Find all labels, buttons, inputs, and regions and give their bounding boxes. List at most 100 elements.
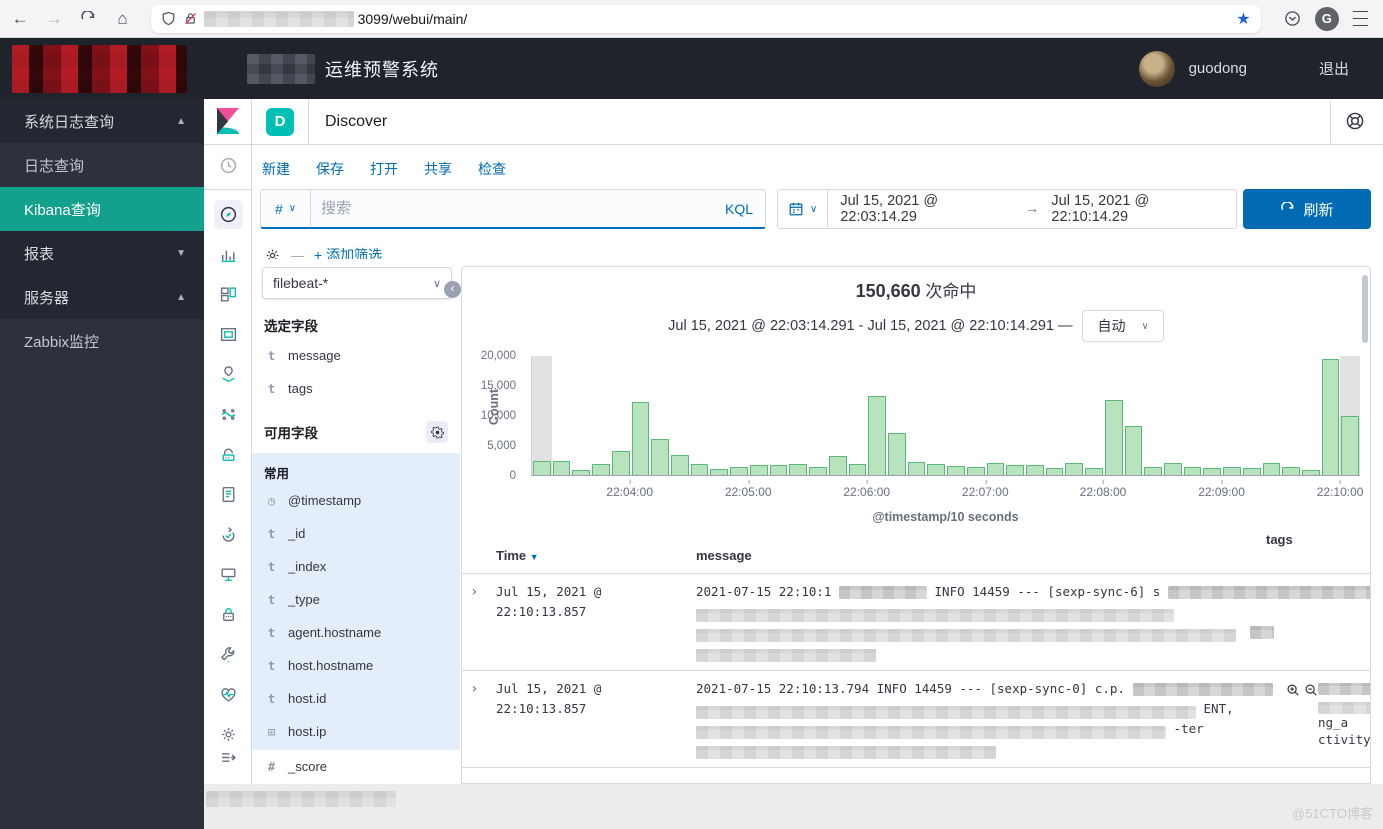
histogram-bar[interactable] — [887, 356, 907, 475]
histogram-plot[interactable] — [531, 356, 1360, 476]
histogram-bar[interactable] — [808, 356, 828, 475]
recent-items-icon[interactable] — [204, 145, 252, 185]
query-language-button[interactable]: KQL — [713, 201, 765, 217]
field-item[interactable]: # _score — [252, 750, 460, 783]
histogram-bar[interactable] — [631, 356, 651, 475]
sidebar-item[interactable]: 系统日志查询 ▲ — [0, 99, 204, 143]
user-avatar[interactable] — [1139, 51, 1175, 87]
histogram-bar[interactable] — [1222, 356, 1242, 475]
filter-out-value-icon[interactable] — [1304, 683, 1318, 697]
histogram-bar[interactable] — [650, 356, 670, 475]
sidebar-item[interactable]: Kibana查询 — [0, 187, 204, 231]
discover-app-badge[interactable]: D — [266, 108, 294, 136]
expand-row-icon[interactable]: › — [470, 679, 496, 759]
logout-button[interactable]: 退出 — [1319, 58, 1349, 79]
histogram-bar[interactable] — [769, 356, 789, 475]
discover-icon[interactable] — [204, 194, 252, 234]
histogram-bar[interactable] — [749, 356, 769, 475]
dev-tools-wrench-icon[interactable] — [204, 634, 252, 674]
security-lock-icon[interactable] — [204, 594, 252, 634]
date-from[interactable]: Jul 15, 2021 @ 22:03:14.29 — [828, 193, 1025, 225]
menu-link[interactable]: 新建 — [262, 159, 290, 179]
browser-reload-icon[interactable] — [74, 5, 102, 33]
histogram-bar[interactable] — [1025, 356, 1045, 475]
histogram-bar[interactable] — [709, 356, 729, 475]
column-message[interactable]: message — [696, 548, 1266, 563]
shield-icon[interactable] — [161, 11, 176, 26]
histogram-bar[interactable] — [611, 356, 631, 475]
histogram-bar[interactable] — [907, 356, 927, 475]
column-time[interactable]: Time ▼ — [496, 548, 696, 563]
canvas-icon[interactable] — [204, 314, 252, 354]
histogram-bar[interactable] — [729, 356, 749, 475]
siem-icon[interactable] — [204, 554, 252, 594]
field-settings-gear-icon[interactable] — [426, 421, 448, 443]
browser-url-bar[interactable]: 3099/webui/main/ ★ — [151, 5, 1261, 33]
sidebar-item[interactable]: Zabbix监控 — [0, 319, 204, 363]
histogram-bar[interactable] — [1202, 356, 1222, 475]
histogram-bar[interactable] — [946, 356, 966, 475]
index-pattern-select[interactable]: filebeat-* ∨ ‹ — [262, 267, 452, 299]
histogram-bar[interactable] — [532, 356, 552, 475]
histogram-bar[interactable] — [788, 356, 808, 475]
histogram-bar[interactable] — [571, 356, 591, 475]
field-item[interactable]: t host.hostname — [252, 649, 460, 682]
menu-link[interactable]: 保存 — [316, 159, 344, 179]
histogram-bar[interactable] — [1321, 356, 1341, 475]
sidebar-item[interactable]: 报表 ▼ — [0, 231, 204, 275]
histogram-bar[interactable] — [1084, 356, 1104, 475]
sidebar-item[interactable]: 日志查询 — [0, 143, 204, 187]
histogram-bar[interactable] — [867, 356, 887, 475]
field-item[interactable]: t message — [252, 339, 460, 372]
collapse-fields-button[interactable]: ‹ — [444, 281, 461, 298]
histogram-bar[interactable] — [1045, 356, 1065, 475]
field-item[interactable]: t _index — [252, 550, 460, 583]
histogram-bar[interactable] — [1124, 356, 1144, 475]
sort-down-icon[interactable]: ▼ — [530, 552, 539, 562]
histogram-bar[interactable] — [1143, 356, 1163, 475]
field-item[interactable]: ⊡ host.ip — [252, 715, 460, 748]
histogram-bar[interactable] — [1281, 356, 1301, 475]
date-to[interactable]: Jul 15, 2021 @ 22:10:14.29 — [1039, 193, 1236, 225]
histogram-bar[interactable] — [1301, 356, 1321, 475]
interval-select[interactable]: 自动 ∨ — [1082, 310, 1163, 342]
field-item[interactable]: t _id — [252, 517, 460, 550]
uptime-icon[interactable] — [204, 514, 252, 554]
histogram-bar[interactable] — [828, 356, 848, 475]
logs-icon[interactable] — [204, 474, 252, 514]
histogram-bar[interactable] — [926, 356, 946, 475]
histogram-bar[interactable] — [1242, 356, 1262, 475]
search-input[interactable] — [311, 200, 713, 217]
histogram-bar[interactable] — [1163, 356, 1183, 475]
histogram-bar[interactable] — [1005, 356, 1025, 475]
field-item[interactable]: t agent.hostname — [252, 616, 460, 649]
histogram-bar[interactable] — [1183, 356, 1203, 475]
saved-query-button[interactable]: # ∨ — [261, 190, 311, 227]
field-item[interactable]: t _type — [252, 583, 460, 616]
lock-slash-icon[interactable] — [183, 11, 198, 26]
stack-monitoring-icon[interactable] — [204, 674, 252, 714]
infrastructure-icon[interactable] — [204, 434, 252, 474]
histogram-bar[interactable] — [986, 356, 1006, 475]
menu-link[interactable]: 检查 — [478, 159, 506, 179]
field-item[interactable]: t tags — [252, 372, 460, 405]
expand-row-icon[interactable]: › — [470, 582, 496, 662]
browser-forward-icon[interactable]: → — [40, 5, 68, 33]
browser-menu-icon[interactable] — [1347, 5, 1375, 33]
histogram-bar[interactable] — [591, 356, 611, 475]
histogram-bar[interactable] — [848, 356, 868, 475]
column-tags[interactable]: tags — [1266, 532, 1362, 547]
browser-back-icon[interactable]: ← — [6, 5, 34, 33]
refresh-button[interactable]: 刷新 — [1243, 189, 1371, 229]
histogram-bar[interactable] — [552, 356, 572, 475]
collapse-nav-icon[interactable] — [204, 737, 252, 777]
pocket-icon[interactable] — [1279, 5, 1307, 33]
kibana-logo[interactable] — [204, 99, 251, 145]
histogram-bar[interactable] — [690, 356, 710, 475]
machine-learning-icon[interactable] — [204, 394, 252, 434]
visualize-icon[interactable] — [204, 234, 252, 274]
sidebar-item[interactable]: 服务器 ▲ — [0, 275, 204, 319]
field-item[interactable]: ◷ @timestamp — [252, 484, 460, 517]
menu-link[interactable]: 共享 — [424, 159, 452, 179]
browser-account-avatar[interactable]: G — [1313, 5, 1341, 33]
